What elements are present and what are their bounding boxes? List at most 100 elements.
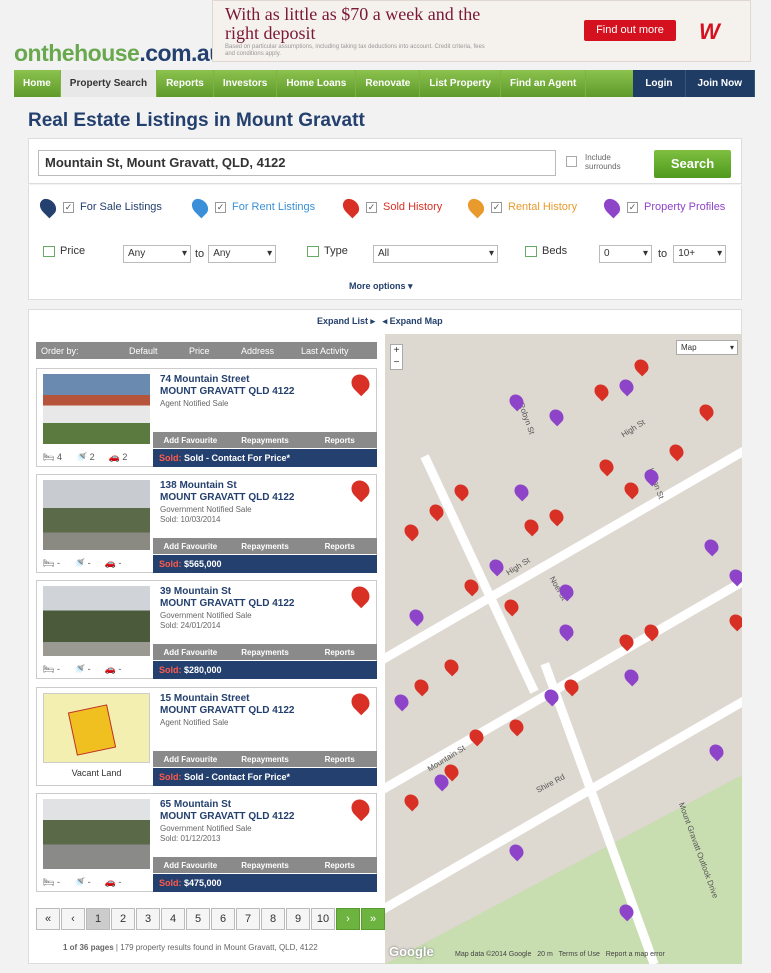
order-address[interactable]: Address [241, 346, 301, 356]
next-page-button[interactable]: › [336, 908, 360, 930]
reports-button[interactable]: Reports [302, 542, 377, 551]
prev-page-button[interactable]: ‹ [61, 908, 85, 930]
page-2[interactable]: 2 [111, 908, 135, 930]
sold-map-marker[interactable] [591, 381, 612, 402]
add-favourite-button[interactable]: Add Favourite [153, 755, 228, 764]
repayments-button[interactable]: Repayments [228, 542, 303, 551]
profile-map-marker[interactable] [511, 481, 532, 502]
reports-button[interactable]: Reports [302, 648, 377, 657]
search-button[interactable]: Search [654, 150, 731, 178]
include-surrounds-checkbox[interactable] [566, 156, 577, 167]
zoom-out-button[interactable]: − [391, 357, 402, 369]
rental-history-checkbox[interactable]: ✓ [491, 201, 502, 213]
page-1[interactable]: 1 [86, 908, 110, 930]
page-7[interactable]: 7 [236, 908, 260, 930]
terms-link[interactable]: Terms of Use [559, 951, 600, 958]
reports-button[interactable]: Reports [302, 436, 377, 445]
zoom-in-button[interactable]: + [391, 345, 402, 357]
order-price[interactable]: Price [189, 346, 241, 356]
nav-renovate[interactable]: Renovate [356, 70, 421, 97]
repayments-button[interactable]: Repayments [228, 648, 303, 657]
page-10[interactable]: 10 [311, 908, 335, 930]
add-favourite-button[interactable]: Add Favourite [153, 861, 228, 870]
listing-street[interactable]: 39 Mountain St [160, 586, 231, 598]
sold-map-marker[interactable] [596, 456, 617, 477]
expand-map-link[interactable]: Expand Map [390, 316, 443, 326]
repayments-button[interactable]: Repayments [228, 861, 303, 870]
sold-history-toggle[interactable]: ✓ Sold History [339, 195, 442, 219]
page-9[interactable]: 9 [286, 908, 310, 930]
sold-map-marker[interactable] [451, 481, 472, 502]
listing-card[interactable]: 65 Mountain St MOUNT GRAVATT QLD 4122 Go… [36, 793, 377, 892]
profile-map-marker[interactable] [546, 406, 567, 427]
repayments-button[interactable]: Repayments [228, 436, 303, 445]
property-photo[interactable] [43, 586, 150, 656]
sold-map-marker[interactable] [621, 479, 642, 500]
nav-list-property[interactable]: List Property [420, 70, 502, 97]
property-profiles-checkbox[interactable]: ✓ [627, 201, 638, 213]
banner-ad[interactable]: With as little as $70 a week and the rig… [212, 0, 751, 62]
profile-map-marker[interactable] [391, 691, 412, 712]
for-rent-toggle[interactable]: ✓ For Rent Listings [188, 195, 315, 219]
profile-map-marker[interactable] [486, 556, 507, 577]
page-3[interactable]: 3 [136, 908, 160, 930]
sold-map-marker[interactable] [631, 356, 652, 377]
for-sale-toggle[interactable]: ✓ For Sale Listings [36, 195, 162, 219]
site-logo[interactable]: onthehouse.com.au [14, 40, 223, 67]
login-button[interactable]: Login [633, 70, 686, 97]
profile-map-marker[interactable] [621, 666, 642, 687]
nav-find-an-agent[interactable]: Find an Agent [501, 70, 587, 97]
sold-map-marker[interactable] [501, 596, 522, 617]
add-favourite-button[interactable]: Add Favourite [153, 648, 228, 657]
reports-button[interactable]: Reports [302, 755, 377, 764]
page-4[interactable]: 4 [161, 908, 185, 930]
profile-map-marker[interactable] [406, 606, 427, 627]
listing-street[interactable]: 65 Mountain St [160, 799, 231, 811]
price-min-select[interactable]: Any [123, 245, 191, 263]
sold-map-marker[interactable] [441, 656, 462, 677]
property-profiles-toggle[interactable]: ✓ Property Profiles [600, 195, 725, 219]
sold-map-marker[interactable] [726, 611, 742, 632]
sold-history-checkbox[interactable]: ✓ [366, 201, 377, 213]
listing-card[interactable]: 74 Mountain Street MOUNT GRAVATT QLD 412… [36, 368, 377, 467]
property-photo[interactable] [43, 480, 150, 550]
report-map-error-link[interactable]: Report a map error [606, 951, 665, 958]
property-map[interactable]: High St Noel St Mountain St Shire Rd Mou… [385, 334, 742, 964]
last-page-button[interactable]: » [361, 908, 385, 930]
expand-list-link[interactable]: Expand List [317, 316, 368, 326]
map-type-select[interactable]: Map ▾ [676, 340, 738, 355]
for-rent-checkbox[interactable]: ✓ [215, 201, 226, 213]
add-favourite-button[interactable]: Add Favourite [153, 436, 228, 445]
property-photo[interactable] [43, 799, 150, 869]
profile-map-marker[interactable] [706, 741, 727, 762]
listing-card[interactable]: 15 Mountain Street MOUNT GRAVATT QLD 412… [36, 687, 377, 786]
listing-card[interactable]: 138 Mountain St MOUNT GRAVATT QLD 4122 G… [36, 474, 377, 573]
page-8[interactable]: 8 [261, 908, 285, 930]
nav-investors[interactable]: Investors [214, 70, 278, 97]
sold-map-marker[interactable] [546, 506, 567, 527]
land-plan-image[interactable] [43, 693, 150, 763]
profile-map-marker[interactable] [701, 536, 722, 557]
ad-find-out-more-button[interactable]: Find out more [584, 20, 676, 41]
repayments-button[interactable]: Repayments [228, 755, 303, 764]
type-select[interactable]: All [373, 245, 498, 263]
beds-min-select[interactable]: 0 [599, 245, 652, 263]
listing-street[interactable]: 74 Mountain Street [160, 374, 249, 386]
sold-map-marker[interactable] [521, 516, 542, 537]
page-5[interactable]: 5 [186, 908, 210, 930]
more-options-link[interactable]: More options ▾ [349, 281, 413, 292]
nav-reports[interactable]: Reports [157, 70, 214, 97]
search-input[interactable]: Mountain St, Mount Gravatt, QLD, 4122 [38, 150, 556, 176]
join-now-button[interactable]: Join Now [686, 70, 755, 97]
first-page-button[interactable]: « [36, 908, 60, 930]
for-sale-checkbox[interactable]: ✓ [63, 201, 74, 213]
price-max-select[interactable]: Any [208, 245, 277, 263]
profile-map-marker[interactable] [506, 841, 527, 862]
page-6[interactable]: 6 [211, 908, 235, 930]
nav-home-loans[interactable]: Home Loans [277, 70, 357, 97]
order-default[interactable]: Default [129, 346, 189, 356]
sold-map-marker[interactable] [401, 791, 422, 812]
order-last-activity[interactable]: Last Activity [301, 346, 349, 356]
add-favourite-button[interactable]: Add Favourite [153, 542, 228, 551]
profile-map-marker[interactable] [616, 376, 637, 397]
